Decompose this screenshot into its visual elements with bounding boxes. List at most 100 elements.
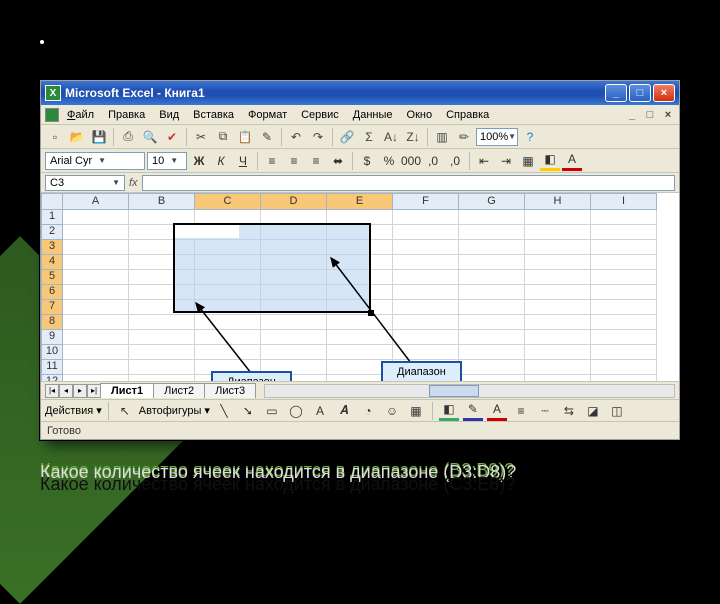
cell[interactable]	[459, 285, 525, 300]
cell[interactable]	[591, 330, 657, 345]
open-icon[interactable]: 📂	[67, 127, 87, 147]
cell[interactable]	[459, 210, 525, 225]
cell[interactable]	[261, 315, 327, 330]
cell[interactable]	[459, 360, 525, 375]
font-color-draw-icon[interactable]: A	[487, 401, 507, 421]
cell[interactable]	[63, 210, 129, 225]
cell[interactable]	[591, 270, 657, 285]
autoshapes-menu[interactable]: Автофигуры ▾	[139, 404, 210, 417]
cell[interactable]	[459, 375, 525, 381]
row-header-12[interactable]: 12	[41, 375, 63, 381]
cell[interactable]	[63, 285, 129, 300]
cut-icon[interactable]: ✂	[191, 127, 211, 147]
percent-icon[interactable]: %	[379, 151, 399, 171]
sheet-tab-1[interactable]: Лист1	[100, 383, 154, 398]
paste-icon[interactable]: 📋	[235, 127, 255, 147]
menu-file[interactable]: ФФайлайл	[61, 107, 100, 123]
cell[interactable]	[195, 345, 261, 360]
drawing-icon[interactable]: ✏	[454, 127, 474, 147]
col-header-A[interactable]: A	[63, 193, 129, 210]
fill-color-draw-icon[interactable]: ◧	[439, 401, 459, 421]
cell[interactable]	[63, 360, 129, 375]
font-color-icon[interactable]: A	[562, 151, 582, 171]
cell[interactable]	[327, 330, 393, 345]
cell[interactable]	[459, 345, 525, 360]
dash-style-icon[interactable]: ┄	[535, 401, 555, 421]
cell[interactable]	[459, 270, 525, 285]
cell[interactable]	[63, 375, 129, 381]
tab-nav-prev-icon[interactable]: ◂	[59, 384, 73, 398]
print-icon[interactable]: ⎙	[118, 127, 138, 147]
chart-icon[interactable]: ▥	[432, 127, 452, 147]
row-header-7[interactable]: 7	[41, 300, 63, 315]
row-header-3[interactable]: 3	[41, 240, 63, 255]
cell[interactable]	[591, 210, 657, 225]
3d-icon[interactable]: ◫	[607, 401, 627, 421]
mdi-minimize-icon[interactable]: _	[625, 109, 639, 121]
cell[interactable]	[459, 240, 525, 255]
col-header-D[interactable]: D	[261, 193, 327, 210]
cell[interactable]	[459, 225, 525, 240]
col-header-F[interactable]: F	[393, 193, 459, 210]
cell[interactable]	[63, 300, 129, 315]
cell[interactable]	[525, 360, 591, 375]
cell[interactable]	[459, 300, 525, 315]
wordart-icon[interactable]: 𝑨	[334, 401, 354, 421]
cell[interactable]	[327, 345, 393, 360]
menu-help[interactable]: Справка	[440, 107, 495, 123]
select-all-corner[interactable]	[41, 193, 63, 210]
line-style-icon[interactable]: ≡	[511, 401, 531, 421]
cell[interactable]	[393, 330, 459, 345]
spellcheck-icon[interactable]: ✔	[162, 127, 182, 147]
cell[interactable]	[525, 240, 591, 255]
cell[interactable]	[393, 300, 459, 315]
cell[interactable]	[525, 210, 591, 225]
cell[interactable]	[393, 240, 459, 255]
titlebar[interactable]: X Microsoft Excel - Книга1 _ □ ×	[41, 81, 679, 105]
row-header-6[interactable]: 6	[41, 285, 63, 300]
menu-data[interactable]: Данные	[347, 107, 399, 123]
row-header-11[interactable]: 11	[41, 360, 63, 375]
currency-icon[interactable]: $	[357, 151, 377, 171]
zoom-combo[interactable]: 100%▼	[476, 128, 518, 146]
cell[interactable]	[591, 345, 657, 360]
cell[interactable]	[591, 285, 657, 300]
row-header-5[interactable]: 5	[41, 270, 63, 285]
cell[interactable]	[129, 360, 195, 375]
cell[interactable]	[591, 375, 657, 381]
format-painter-icon[interactable]: ✎	[257, 127, 277, 147]
horizontal-scrollbar[interactable]	[264, 384, 675, 398]
menu-tools[interactable]: Сервис	[295, 107, 345, 123]
merge-icon[interactable]: ⬌	[328, 151, 348, 171]
cell[interactable]	[393, 345, 459, 360]
arrow-icon[interactable]: ➘	[238, 401, 258, 421]
cell[interactable]	[525, 225, 591, 240]
cell[interactable]	[393, 285, 459, 300]
menu-view[interactable]: Вид	[153, 107, 185, 123]
underline-button[interactable]: Ч	[233, 151, 253, 171]
borders-icon[interactable]: ▦	[518, 151, 538, 171]
cell[interactable]	[591, 240, 657, 255]
cell[interactable]	[591, 225, 657, 240]
col-header-G[interactable]: G	[459, 193, 525, 210]
menu-edit[interactable]: Правка	[102, 107, 151, 123]
oval-icon[interactable]: ◯	[286, 401, 306, 421]
cell[interactable]	[591, 360, 657, 375]
row-header-1[interactable]: 1	[41, 210, 63, 225]
mdi-close-icon[interactable]: ×	[661, 109, 675, 121]
col-header-B[interactable]: B	[129, 193, 195, 210]
select-objects-icon[interactable]: ↖	[115, 401, 135, 421]
insert-picture-icon[interactable]: ▦	[406, 401, 426, 421]
row-header-4[interactable]: 4	[41, 255, 63, 270]
cell[interactable]	[129, 375, 195, 381]
cell[interactable]	[393, 225, 459, 240]
clipart-icon[interactable]: ☺	[382, 401, 402, 421]
row-header-8[interactable]: 8	[41, 315, 63, 330]
spreadsheet-grid[interactable]: ABCDEFGHI 12345678910111213 Диапазон Диа…	[41, 193, 679, 381]
row-header-9[interactable]: 9	[41, 330, 63, 345]
close-button[interactable]: ×	[653, 84, 675, 102]
hyperlink-icon[interactable]: 🔗	[337, 127, 357, 147]
sort-desc-icon[interactable]: Z↓	[403, 127, 423, 147]
align-left-icon[interactable]: ≡	[262, 151, 282, 171]
copy-icon[interactable]: ⧉	[213, 127, 233, 147]
